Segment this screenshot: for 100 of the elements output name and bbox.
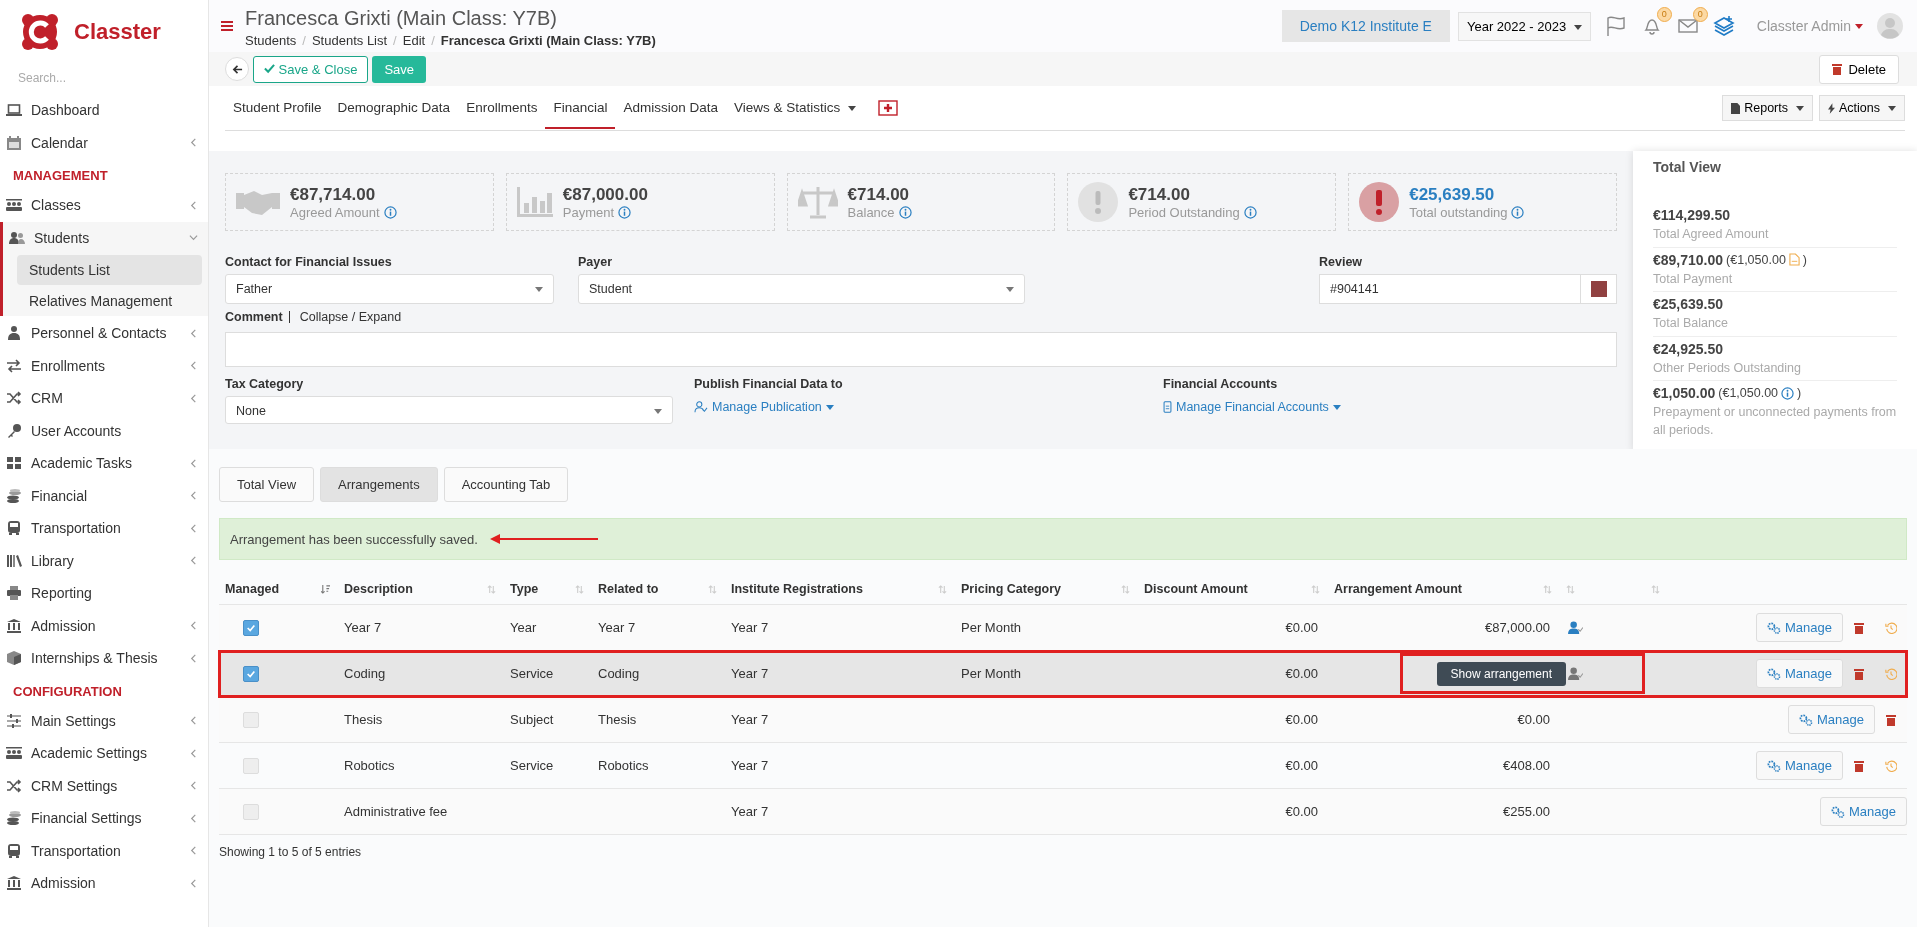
- year-dropdown[interactable]: Year 2022 - 2023: [1457, 11, 1591, 41]
- sidebar-item[interactable]: CRM Settings: [0, 769, 208, 802]
- column-header[interactable]: Arrangement Amount: [1334, 582, 1462, 596]
- sidebar-item[interactable]: Enrollments: [0, 349, 208, 382]
- collapse-expand-link[interactable]: Collapse / Expand: [299, 310, 402, 324]
- sidebar-item[interactable]: Personnel & Contacts: [0, 317, 208, 350]
- info-icon[interactable]: [1511, 205, 1525, 219]
- column-header[interactable]: Type: [510, 582, 539, 596]
- tab[interactable]: Enrollments: [458, 87, 546, 129]
- info-icon[interactable]: [618, 205, 632, 219]
- sidebar-item[interactable]: Admission: [0, 867, 208, 900]
- delete-button[interactable]: Delete: [1819, 54, 1899, 84]
- sidebar-item[interactable]: Financial: [0, 479, 208, 512]
- sidebar-item[interactable]: Academic Tasks: [0, 447, 208, 480]
- sidebar-item[interactable]: Financial Settings: [0, 802, 208, 835]
- actions-button[interactable]: Actions: [1819, 95, 1905, 121]
- flag-icon[interactable]: [1604, 15, 1627, 37]
- menu-icon[interactable]: [221, 21, 233, 31]
- bolt-icon: [1828, 102, 1835, 114]
- search-field[interactable]: Search...: [16, 70, 190, 86]
- sidebar-item[interactable]: Transportation: [0, 512, 208, 545]
- table-cell: Thesis: [598, 712, 637, 727]
- institute-button[interactable]: Demo K12 Institute E: [1281, 10, 1450, 42]
- manage-publication-link[interactable]: Manage Publication: [694, 400, 834, 414]
- section-heading: CONFIGURATION: [12, 682, 123, 701]
- sidebar-item[interactable]: Reporting: [0, 577, 208, 610]
- arrows-icon: [6, 357, 22, 374]
- file-icon: [1731, 102, 1741, 114]
- manage-button[interactable]: Manage: [1756, 659, 1843, 688]
- table-row[interactable]: Coding Service Coding Year 7 Per Month €0.00 Show arrangement Manage: [219, 651, 1907, 697]
- trash-icon[interactable]: [1854, 667, 1864, 680]
- sidebar-item[interactable]: Library: [0, 544, 208, 577]
- breadcrumb-link[interactable]: Students: [245, 32, 297, 48]
- history-icon[interactable]: [1885, 621, 1897, 634]
- manage-accounts-link[interactable]: Manage Financial Accounts: [1163, 400, 1341, 414]
- column-header[interactable]: Discount Amount: [1144, 582, 1248, 596]
- user-check-icon[interactable]: [1568, 667, 1583, 680]
- sidebar-item[interactable]: Classes: [0, 189, 208, 222]
- tab[interactable]: Demographic Data: [329, 87, 459, 129]
- submenu-item[interactable]: Relatives Management: [17, 286, 202, 316]
- sidebar-item[interactable]: CRM: [0, 382, 208, 415]
- table-cell: Thesis: [344, 712, 383, 727]
- table-cell: €0.00: [1285, 666, 1318, 681]
- users-icon: [9, 229, 25, 246]
- breadcrumb-link[interactable]: Edit: [402, 32, 426, 48]
- file-icon: [1788, 253, 1800, 266]
- sidebar-item[interactable]: Transportation: [0, 834, 208, 867]
- tab[interactable]: Student Profile: [225, 87, 330, 129]
- sidebar-item[interactable]: Students: [3, 221, 208, 254]
- medical-cross-icon[interactable]: [878, 100, 899, 116]
- manage-button[interactable]: Manage: [1756, 613, 1843, 642]
- page-title: Francesca Grixti (Main Class: Y7B): [245, 6, 558, 30]
- info-icon[interactable]: [383, 205, 397, 219]
- column-header[interactable]: Pricing Category: [961, 582, 1062, 596]
- sidebar-item[interactable]: User Accounts: [0, 414, 208, 447]
- table-cell: Year 7: [598, 620, 636, 635]
- trash-icon[interactable]: [1854, 621, 1864, 634]
- chevron-icon: [189, 813, 198, 823]
- column-header[interactable]: Related to: [598, 582, 659, 596]
- sidebar-item[interactable]: Dashboard: [0, 94, 208, 127]
- color-swatch[interactable]: [1581, 274, 1617, 304]
- table-cell: Year 7: [731, 758, 769, 773]
- tab[interactable]: Financial: [545, 87, 616, 129]
- logo-text: Classter: [74, 19, 161, 45]
- column-header[interactable]: Managed: [225, 582, 280, 596]
- total-note: ): [1802, 252, 1808, 267]
- layers-icon[interactable]: [1712, 15, 1735, 37]
- sidebar-item[interactable]: Main Settings: [0, 704, 208, 737]
- info-icon[interactable]: [1781, 386, 1795, 400]
- color-input[interactable]: #904141: [1319, 274, 1581, 304]
- tab[interactable]: Views & Statistics: [726, 87, 865, 129]
- back-button[interactable]: [225, 57, 249, 81]
- sidebar-item[interactable]: Internships & Thesis: [0, 642, 208, 675]
- tab[interactable]: Admission Data: [615, 87, 726, 129]
- tab[interactable]: Arrangements: [320, 467, 438, 502]
- payer-select[interactable]: Student: [578, 274, 1025, 304]
- panel-title: Total View: [1653, 159, 1722, 175]
- contact-select[interactable]: Father: [225, 274, 554, 304]
- checkbox[interactable]: [243, 619, 259, 636]
- tab[interactable]: Accounting Tab: [443, 467, 569, 502]
- sidebar-item[interactable]: Academic Settings: [0, 737, 208, 770]
- sort-icon[interactable]: [321, 584, 330, 594]
- info-icon[interactable]: [1243, 205, 1257, 219]
- breadcrumb-link[interactable]: Students List: [311, 32, 388, 48]
- column-header[interactable]: Description: [344, 582, 413, 596]
- comment-field[interactable]: [225, 332, 1617, 367]
- checkbox[interactable]: [243, 665, 259, 682]
- tax-category-select[interactable]: None: [225, 396, 673, 424]
- sidebar-item[interactable]: Admission: [0, 609, 208, 642]
- table-cell: Robotics: [598, 758, 649, 773]
- reports-button[interactable]: Reports: [1722, 95, 1813, 121]
- info-icon[interactable]: [898, 205, 912, 219]
- submenu-item[interactable]: Students List: [17, 255, 202, 285]
- user-check-icon[interactable]: [1568, 621, 1583, 634]
- stat-value: €25,639.50: [1409, 184, 1496, 205]
- field-label: Payer: [578, 255, 614, 269]
- sidebar-item[interactable]: Calendar: [0, 126, 208, 159]
- chevron-icon: [189, 556, 198, 566]
- tab[interactable]: Total View: [219, 467, 314, 502]
- column-header[interactable]: Institute Registrations: [731, 582, 863, 596]
